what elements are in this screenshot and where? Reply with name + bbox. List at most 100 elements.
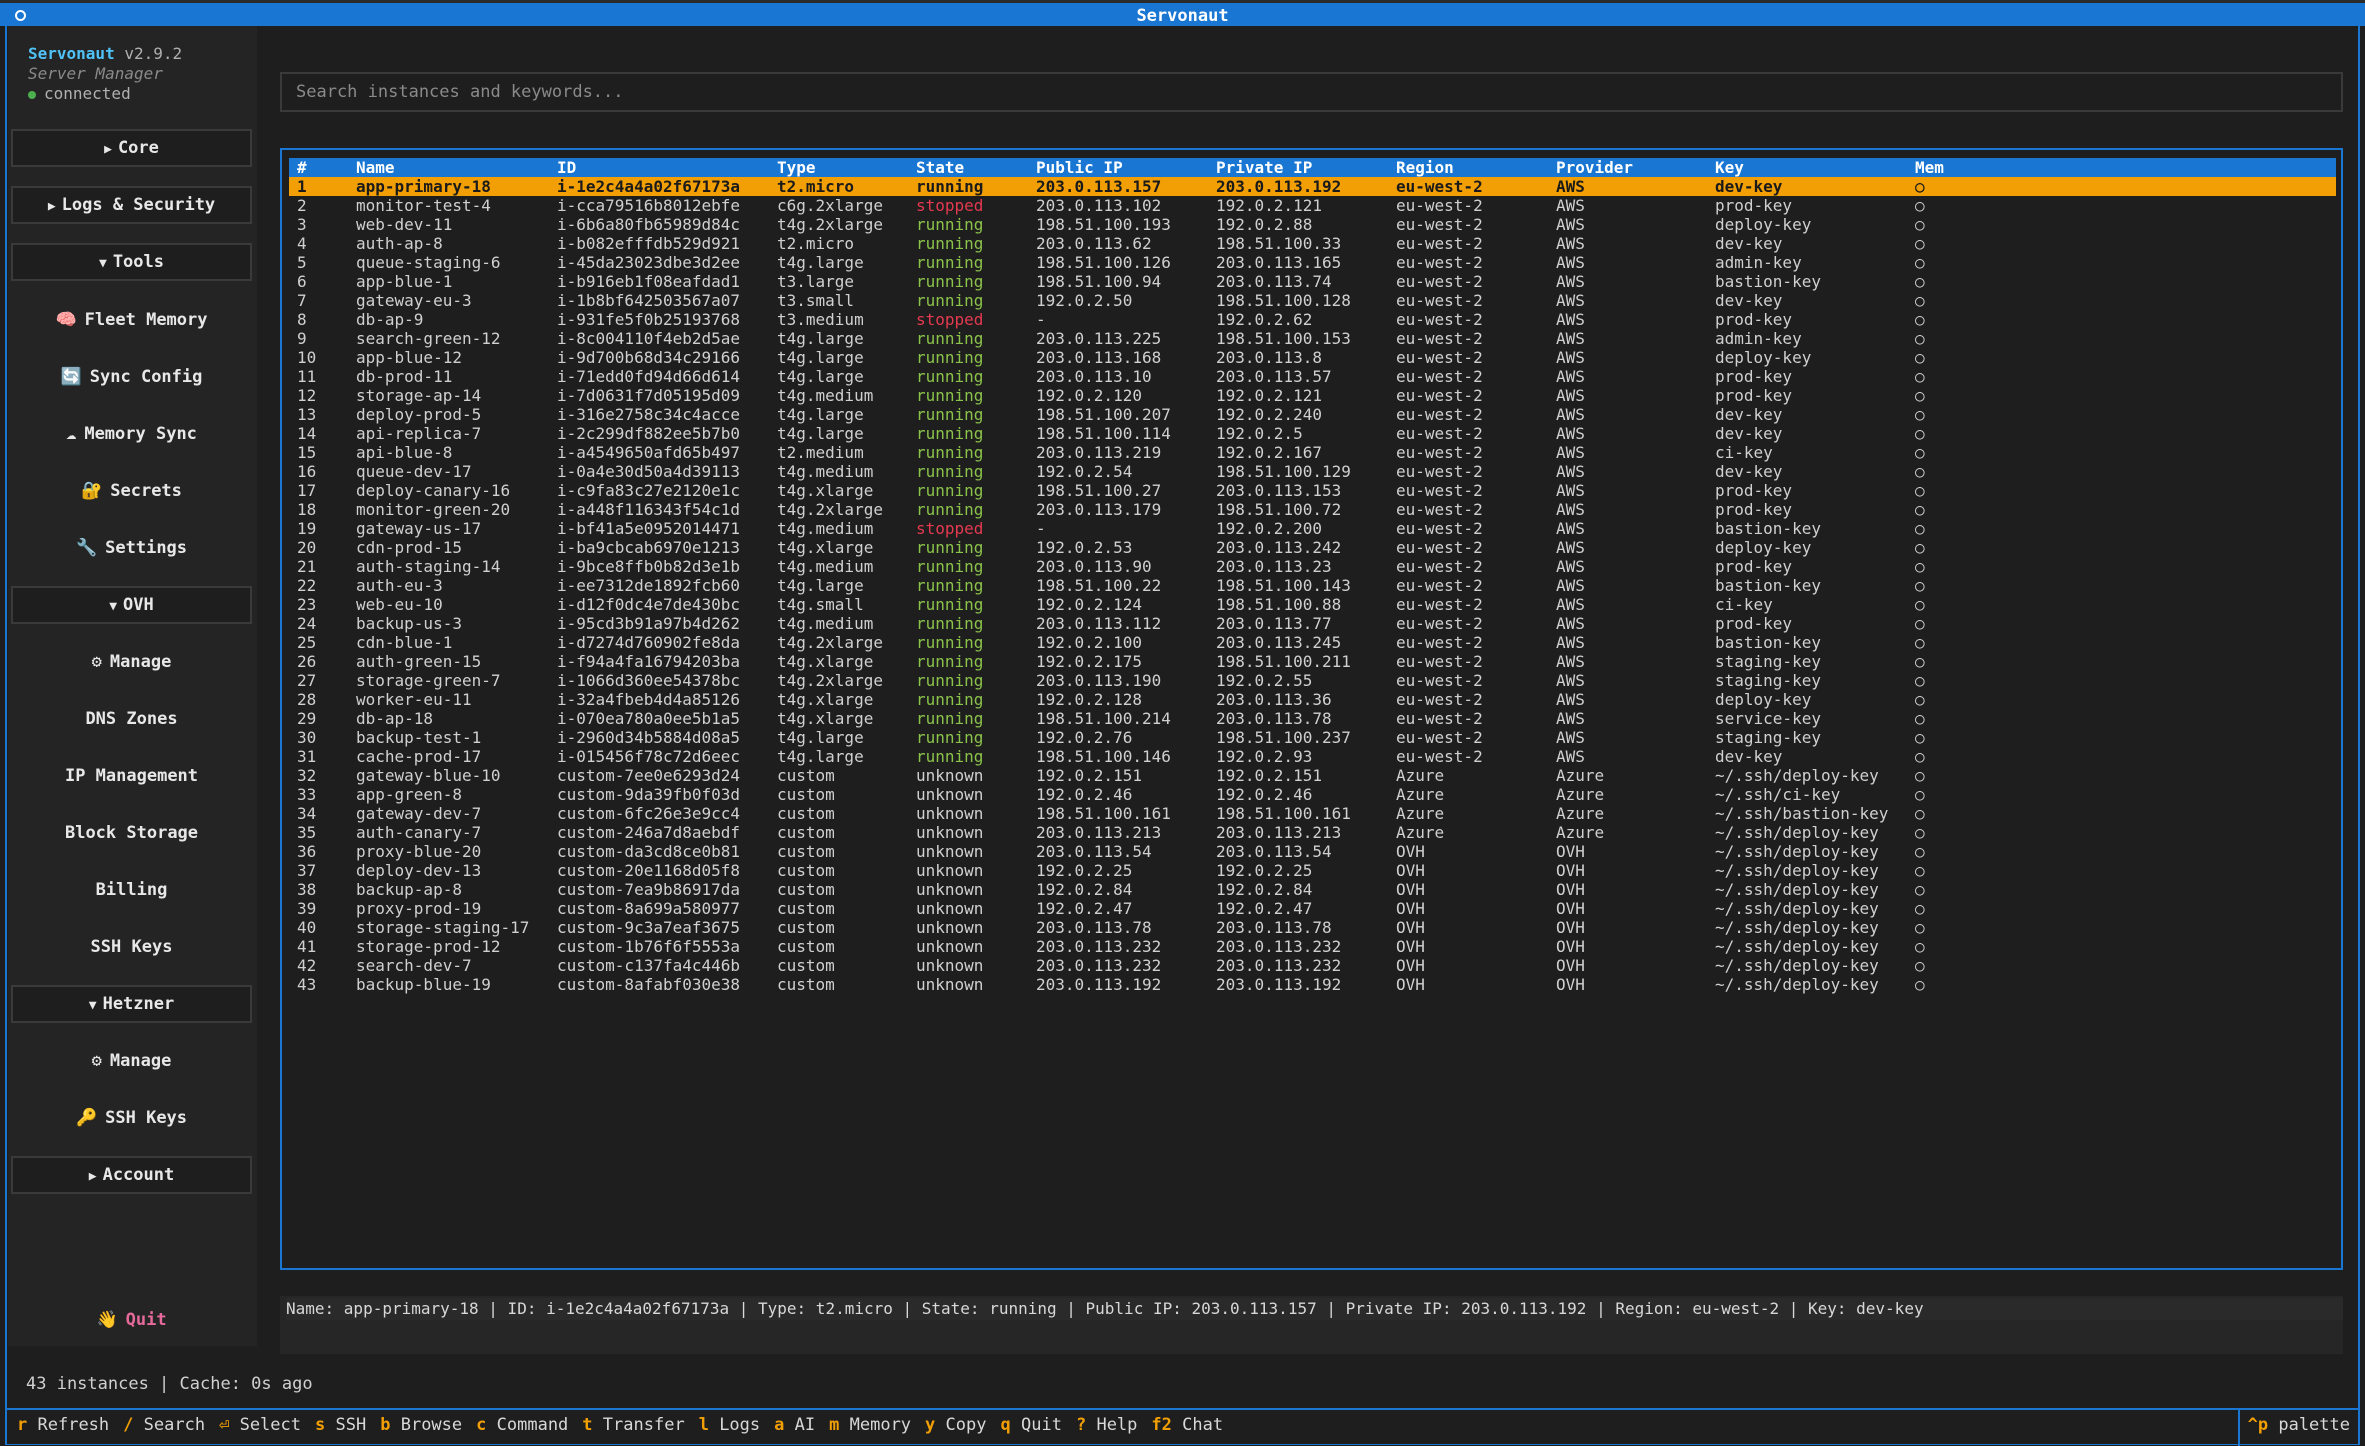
table-row[interactable]: 5 queue-staging-6 i-45da23023dbe3d2ee t4g.l…	[289, 253, 2336, 272]
quit-button[interactable]: 👋 Quit	[11, 1310, 252, 1330]
nav-secrets[interactable]: 🔐 Secrets	[11, 472, 252, 510]
nav-hetzner-button[interactable]: ▼ Hetzner	[11, 985, 252, 1023]
keybinding-ssh[interactable]: s SSH	[315, 1415, 380, 1435]
table-row[interactable]: 15 api-blue-8 i-a4549650afd65b497 t2.medium…	[289, 443, 2336, 462]
table-row[interactable]: 11 db-prod-11 i-71edd0fd94d66d614 t4g.large…	[289, 367, 2336, 386]
table-row[interactable]: 36 proxy-blue-20 custom-da3cd8ce0b81 custom…	[289, 842, 2336, 861]
nav-ovh-ip-management[interactable]: IP Management	[11, 757, 252, 795]
table-row[interactable]: 14 api-replica-7 i-2c299df882ee5b7b0 t4g.la…	[289, 424, 2336, 443]
table-cell: OVH	[1556, 899, 1585, 918]
table-row[interactable]: 40 storage-staging-17 custom-9c3a7eaf3675 c…	[289, 918, 2336, 937]
table-cell: 192.0.2.200	[1216, 519, 1322, 538]
keybinding-chat[interactable]: f2 Chat	[1151, 1415, 1237, 1435]
nav-ovh-manage[interactable]: ⚙ Manage	[11, 643, 252, 681]
column-header[interactable]: Name	[348, 158, 549, 177]
column-header[interactable]: Type	[769, 158, 908, 177]
table-row[interactable]: 7 gateway-eu-3 i-1b8bf642503567a07 t3.small…	[289, 291, 2336, 310]
keybinding-select[interactable]: ⏎ Select	[219, 1415, 315, 1435]
search-box[interactable]	[280, 72, 2343, 112]
table-cell: 203.0.113.112	[1036, 614, 1162, 633]
nav-ovh-dns-zones-label: DNS Zones	[85, 709, 178, 729]
keybinding-search[interactable]: / Search	[123, 1415, 219, 1435]
nav-ovh-billing[interactable]: Billing	[11, 871, 252, 909]
table-cell: 192.0.2.100	[1036, 633, 1142, 652]
table-row[interactable]: 25 cdn-blue-1 i-d7274d760902fe8da t4g.2xlar…	[289, 633, 2336, 652]
table-row[interactable]: 19 gateway-us-17 i-bf41a5e0952014471 t4g.me…	[289, 519, 2336, 538]
table-row[interactable]: 34 gateway-dev-7 custom-6fc26e3e9cc4 custom…	[289, 804, 2336, 823]
table-row[interactable]: 41 storage-prod-12 custom-1b76f6f5553a cust…	[289, 937, 2336, 956]
table-row[interactable]: 21 auth-staging-14 i-9bce8ffb0b82d3e1b t4g.…	[289, 557, 2336, 576]
table-row[interactable]: 33 app-green-8 custom-9da39fb0f03d custom un…	[289, 785, 2336, 804]
table-row[interactable]: 4 auth-ap-8 i-b082efffdb529d921 t2.micro run…	[289, 234, 2336, 253]
table-row[interactable]: 20 cdn-prod-15 i-ba9cbcab6970e1213 t4g.xlar…	[289, 538, 2336, 557]
table-row[interactable]: 32 gateway-blue-10 custom-7ee0e6293d24 cust…	[289, 766, 2336, 785]
keybinding-help[interactable]: ? Help	[1076, 1415, 1151, 1435]
table-row[interactable]: 30 backup-test-1 i-2960d34b5884d08a5 t4g.la…	[289, 728, 2336, 747]
column-header[interactable]: Private IP	[1208, 158, 1388, 177]
table-row[interactable]: 9 search-green-12 i-8c004110f4eb2d5ae t4g.l…	[289, 329, 2336, 348]
nav-ovh-button[interactable]: ▼ OVH	[11, 586, 252, 624]
keybinding-refresh[interactable]: r Refresh	[17, 1415, 123, 1435]
search-input[interactable]	[296, 74, 2341, 110]
nav-fleet-memory[interactable]: 🧠 Fleet Memory	[11, 301, 252, 339]
table-cell: cache-prod-17	[356, 747, 482, 766]
command-palette-hint[interactable]: ^p palette	[2248, 1415, 2350, 1435]
table-cell: eu-west-2	[1396, 291, 1483, 310]
table-row[interactable]: 27 storage-green-7 i-1066d360ee54378bc t4g.…	[289, 671, 2336, 690]
nav-tools-button[interactable]: ▼ Tools	[11, 243, 252, 281]
keybinding-ai[interactable]: a AI	[774, 1415, 829, 1435]
nav-hetzner-manage[interactable]: ⚙ Manage	[11, 1042, 252, 1080]
column-header[interactable]: Region	[1388, 158, 1548, 177]
table-row[interactable]: 13 deploy-prod-5 i-316e2758c34c4acce t4g.la…	[289, 405, 2336, 424]
nav-logs-security-button[interactable]: ▶ Logs & Security	[11, 186, 252, 224]
keybinding-transfer[interactable]: t Transfer	[582, 1415, 698, 1435]
column-header[interactable]: #	[289, 158, 348, 177]
table-row[interactable]: 28 worker-eu-11 i-32a4fbeb4d4a85126 t4g.xla…	[289, 690, 2336, 709]
nav-account-button[interactable]: ▶ Account	[11, 1156, 252, 1194]
keybinding-quit[interactable]: q Quit	[1001, 1415, 1076, 1435]
keybinding-memory[interactable]: m Memory	[829, 1415, 925, 1435]
table-row[interactable]: 39 proxy-prod-19 custom-8a699a580977 custom…	[289, 899, 2336, 918]
table-row[interactable]: 16 queue-dev-17 i-0a4e30d50a4d39113 t4g.med…	[289, 462, 2336, 481]
table-row[interactable]: 23 web-eu-10 i-d12f0dc4e7de430bc t4g.small r…	[289, 595, 2336, 614]
table-row[interactable]: 12 storage-ap-14 i-7d0631f7d05195d09 t4g.me…	[289, 386, 2336, 405]
table-row[interactable]: 37 deploy-dev-13 custom-20e1168d05f8 custom…	[289, 861, 2336, 880]
keybinding-copy[interactable]: y Copy	[925, 1415, 1000, 1435]
table-row[interactable]: 2 monitor-test-4 i-cca79516b8012ebfe c6g.2x…	[289, 196, 2336, 215]
table-row[interactable]: 26 auth-green-15 i-f94a4fa16794203ba t4g.xl…	[289, 652, 2336, 671]
table-row[interactable]: 10 app-blue-12 i-9d700b68d34c29166 t4g.larg…	[289, 348, 2336, 367]
nav-core-button[interactable]: ▶ Core	[11, 129, 252, 167]
nav-sync-config[interactable]: 🔄 Sync Config	[11, 358, 252, 396]
table-row[interactable]: 29 db-ap-18 i-070ea780a0ee5b1a5 t4g.xlarge r…	[289, 709, 2336, 728]
table-row[interactable]: 43 backup-blue-19 custom-8afabf030e38 custo…	[289, 975, 2336, 994]
table-row[interactable]: 17 deploy-canary-16 i-c9fa83c27e2120e1c t4g…	[289, 481, 2336, 500]
table-row[interactable]: 38 backup-ap-8 custom-7ea9b86917da custom un…	[289, 880, 2336, 899]
table-row[interactable]: 22 auth-eu-3 i-ee7312de1892fcb60 t4g.large r…	[289, 576, 2336, 595]
table-row[interactable]: 3 web-dev-11 i-6b6a80fb65989d84c t4g.2xlarg…	[289, 215, 2336, 234]
column-header[interactable]: Public IP	[1028, 158, 1208, 177]
keybinding-command[interactable]: c Command	[476, 1415, 582, 1435]
keybinding-browse[interactable]: b Browse	[380, 1415, 476, 1435]
table-row[interactable]: 18 monitor-green-20 i-a448f116343f54c1d t4g…	[289, 500, 2336, 519]
table-row[interactable]: 8 db-ap-9 i-931fe5f0b25193768 t3.medium stop…	[289, 310, 2336, 329]
column-header[interactable]: Mem	[1907, 158, 2336, 177]
nav-ovh-dns-zones[interactable]: DNS Zones	[11, 700, 252, 738]
keybinding-logs[interactable]: l Logs	[699, 1415, 774, 1435]
column-header[interactable]: Key	[1707, 158, 1907, 177]
nav-hetzner-ssh-keys[interactable]: 🔑 SSH Keys	[11, 1099, 252, 1137]
column-header[interactable]: State	[908, 158, 1028, 177]
table-cell: ~/.ssh/bastion-key	[1715, 804, 1889, 823]
nav-ovh-ssh-keys[interactable]: SSH Keys	[11, 928, 252, 966]
table-row[interactable]: 35 auth-canary-7 custom-246a7d8aebdf custom…	[289, 823, 2336, 842]
table-row[interactable]: 31 cache-prod-17 i-015456f78c72d6eec t4g.la…	[289, 747, 2336, 766]
table-row[interactable]: 6 app-blue-1 i-b916eb1f08eafdad1 t3.large ru…	[289, 272, 2336, 291]
nav-ovh-block-storage[interactable]: Block Storage	[11, 814, 252, 852]
nav-settings[interactable]: 🔧 Settings	[11, 529, 252, 567]
column-header[interactable]: Provider	[1548, 158, 1707, 177]
table-row[interactable]: 42 search-dev-7 custom-c137fa4c446b custom u…	[289, 956, 2336, 975]
table-cell: AWS	[1556, 519, 1585, 538]
column-header[interactable]: ID	[549, 158, 769, 177]
table-row[interactable]: 24 backup-us-3 i-95cd3b91a97b4d262 t4g.medi…	[289, 614, 2336, 633]
nav-memory-sync[interactable]: ☁ Memory Sync	[11, 415, 252, 453]
table-row[interactable]: 1 app-primary-18 i-1e2c4a4a02f67173a t2.mic…	[289, 177, 2336, 196]
